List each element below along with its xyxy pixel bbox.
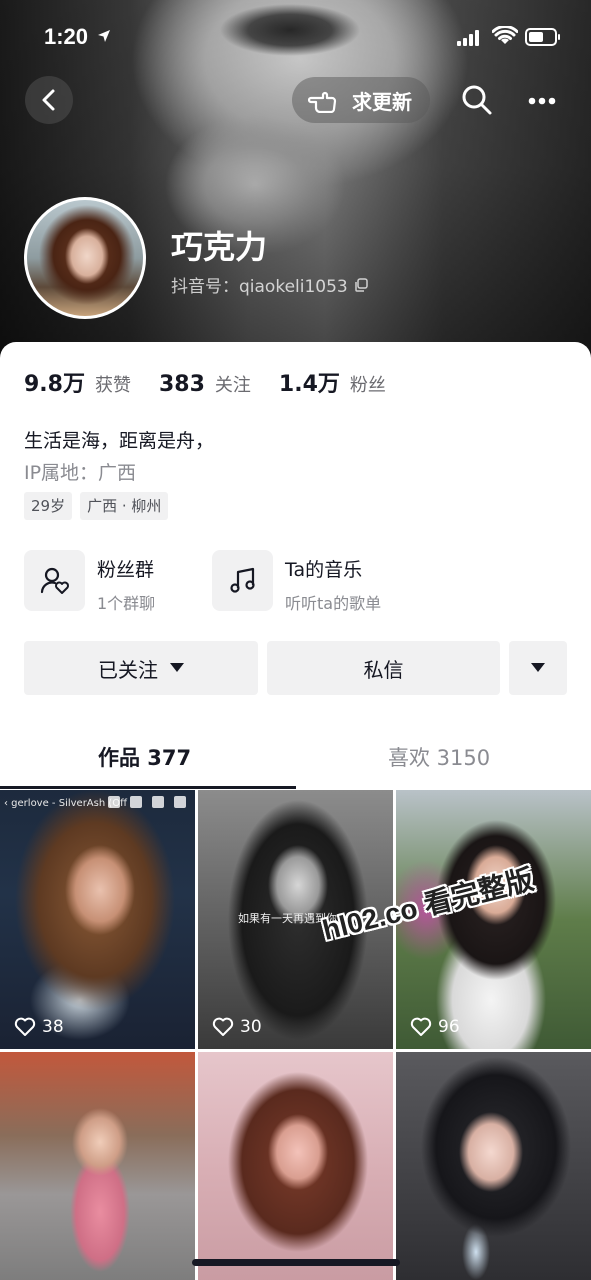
fan-group-title: 粉丝群 — [97, 559, 155, 581]
search-icon — [462, 85, 492, 115]
douyin-id[interactable]: 抖音号：qiaokeli1053 — [171, 272, 368, 297]
wifi-icon — [492, 26, 518, 44]
location-arrow-icon — [98, 30, 110, 42]
status-time: 1:20 — [44, 24, 89, 49]
followed-button[interactable]: 已关注 — [24, 641, 258, 695]
caret-down-icon — [170, 663, 184, 672]
caret-down-icon — [531, 663, 545, 672]
music-entry[interactable]: Ta的音乐 听听ta的歌单 — [212, 550, 381, 614]
stat-followers-count: 1.4万 — [278, 372, 340, 397]
video-likes: 30 — [212, 1017, 262, 1037]
followed-label: 已关注 — [98, 657, 158, 682]
battery-icon — [525, 28, 560, 46]
video-likes-count: 38 — [42, 1017, 64, 1037]
message-button[interactable]: 私信 — [267, 641, 500, 695]
video-thumbnail[interactable] — [396, 1052, 591, 1280]
video-thumbnail[interactable]: ‹ gerlove - SilverAsh (Off 38 — [0, 790, 195, 1049]
request-update-button[interactable]: 求更新 — [292, 77, 430, 123]
profile-name: 巧克力 — [171, 228, 268, 266]
more-options-button[interactable] — [518, 79, 566, 123]
music-subtitle: 听听ta的歌单 — [285, 594, 382, 613]
ip-location: IP属地：广西 — [24, 462, 137, 484]
video-likes: 96 — [410, 1017, 460, 1037]
cellular-signal-icon — [457, 30, 479, 46]
video-likes-count: 30 — [240, 1017, 262, 1037]
fan-group-entry[interactable]: 粉丝群 1个群聊 — [24, 550, 155, 614]
stat-likes-count: 9.8万 — [24, 372, 85, 397]
video-likes: 38 — [14, 1017, 64, 1037]
stat-likes[interactable]: 9.8万 获赞 — [24, 366, 131, 398]
heart-icon — [14, 1017, 36, 1036]
video-thumbnail[interactable] — [0, 1052, 195, 1280]
heart-icon — [410, 1017, 432, 1036]
home-indicator — [192, 1259, 400, 1266]
tab-works[interactable]: 作品 377 — [98, 742, 191, 772]
video-thumbnail[interactable] — [198, 1052, 393, 1280]
stat-followers-label: 粉丝 — [349, 375, 386, 396]
music-icon-box — [212, 550, 273, 611]
tag-location: 广西 · 柳州 — [80, 492, 169, 520]
top-navigation: 求更新 — [0, 76, 591, 126]
profile-card: 9.8万 获赞 383 关注 1.4万 粉丝 生活是海，距离是舟， IP属地：广… — [0, 342, 591, 1280]
stat-following-label: 关注 — [214, 375, 251, 396]
profile-tags: 29岁 广西 · 柳州 — [24, 492, 176, 520]
back-button[interactable] — [25, 76, 73, 124]
fan-group-subtitle: 1个群聊 — [97, 594, 156, 613]
video-likes-count: 96 — [438, 1017, 460, 1037]
search-button[interactable] — [461, 84, 493, 120]
stat-followers[interactable]: 1.4万 粉丝 — [279, 366, 386, 398]
music-note-icon — [229, 567, 255, 593]
profile-bio: 生活是海，距离是舟， — [24, 430, 215, 452]
fan-group-icon — [40, 567, 69, 594]
profile-stats: 9.8万 获赞 383 关注 1.4万 粉丝 — [24, 366, 414, 398]
fan-group-icon-box — [24, 550, 85, 611]
tab-likes[interactable]: 喜欢 3150 — [388, 742, 490, 772]
stat-following-count: 383 — [158, 372, 205, 397]
more-dots-icon — [528, 97, 556, 105]
chevron-left-icon — [42, 89, 55, 111]
stat-likes-label: 获赞 — [94, 375, 131, 396]
heart-icon — [212, 1017, 234, 1036]
tag-age: 29岁 — [24, 492, 73, 520]
douyin-id-text: 抖音号：qiaokeli1053 — [171, 277, 348, 297]
pointing-hand-icon — [308, 91, 337, 113]
profile-actions: 已关注 私信 — [0, 641, 591, 695]
copy-icon[interactable] — [354, 277, 368, 292]
stat-following[interactable]: 383 关注 — [159, 371, 251, 397]
request-update-label: 求更新 — [352, 89, 412, 114]
status-bar: 1:20 — [0, 0, 591, 76]
music-title: Ta的音乐 — [285, 559, 363, 581]
content-tabs: 作品 377 喜欢 3150 — [0, 726, 591, 790]
more-actions-button[interactable] — [509, 641, 567, 695]
video-overlay-icons — [108, 796, 195, 808]
active-tab-indicator — [0, 786, 296, 789]
avatar[interactable] — [24, 197, 146, 319]
message-label: 私信 — [363, 657, 404, 682]
